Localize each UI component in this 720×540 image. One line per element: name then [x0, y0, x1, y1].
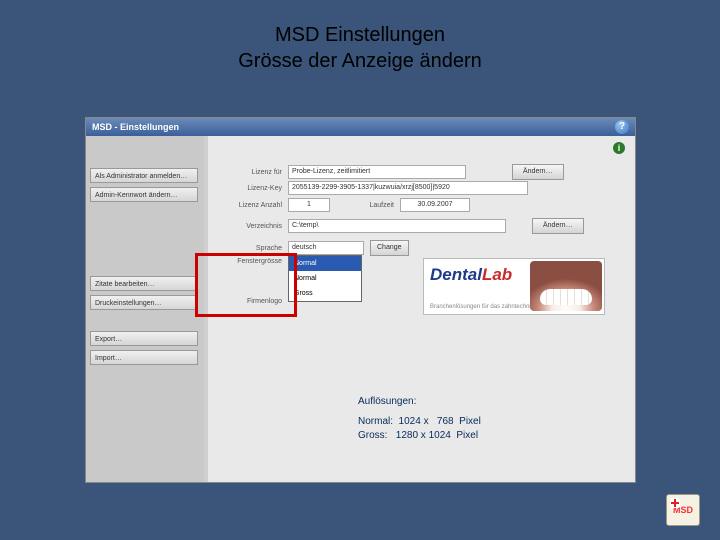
sidebar-btn-edit-quotes[interactable]: Zitate bearbeiten… — [90, 276, 198, 291]
app-window: MSD - Einstellungen ? Als Administrator … — [86, 118, 635, 482]
dropdown-option-normal[interactable]: Normal — [289, 271, 361, 286]
teeth-image — [530, 261, 602, 311]
swiss-cross-icon — [670, 498, 680, 508]
app-body: Als Administrator anmelden… Admin-Kennwo… — [86, 136, 635, 482]
slide-title-line1: MSD Einstellungen — [275, 24, 445, 46]
directory-field[interactable]: C:\temp\ — [288, 219, 506, 233]
window-size-label: Fenstergrösse — [222, 258, 282, 265]
runtime-field: 30.09.2007 — [400, 198, 470, 212]
dropdown-option-selected[interactable]: Normal — [289, 256, 361, 271]
language-change-button[interactable]: Change — [370, 240, 409, 256]
logo-suffix: Lab — [482, 265, 512, 284]
resolution-gross: Gross: 1280 x 1024 Pixel — [358, 430, 478, 441]
language-field[interactable]: deutsch — [288, 241, 364, 255]
directory-change-button[interactable]: Ändern… — [532, 218, 584, 234]
resolutions-header: Auflösungen: — [358, 396, 416, 407]
resolution-normal: Normal: 1024 x 768 Pixel — [358, 416, 481, 427]
app-titlebar: MSD - Einstellungen ? — [86, 118, 635, 136]
sidebar-btn-admin-login[interactable]: Als Administrator anmelden… — [90, 168, 198, 183]
sidebar-btn-print-settings[interactable]: Druckeinstellungen… — [90, 295, 198, 310]
info-icon[interactable]: i — [613, 142, 625, 154]
runtime-label: Laufzeit — [356, 202, 394, 209]
sidebar-btn-admin-password[interactable]: Admin-Kennwort ändern… — [90, 187, 198, 202]
window-size-dropdown[interactable]: Normal Normal Gross — [288, 255, 362, 302]
help-icon[interactable]: ? — [615, 120, 629, 134]
directory-label: Verzeichnis — [222, 223, 282, 230]
license-for-field: Probe-Lizenz, zeitlimitiert — [288, 165, 466, 179]
license-change-button[interactable]: Ändern… — [512, 164, 564, 180]
dropdown-option-gross[interactable]: Gross — [289, 286, 361, 301]
slide-title-line2: Grösse der Anzeige ändern — [238, 50, 482, 72]
logo-prefix: Dental — [430, 265, 482, 284]
license-count-label: Lizenz Anzahl — [222, 202, 282, 209]
slide-title: MSD Einstellungen Grösse der Anzeige änd… — [0, 22, 720, 74]
language-label: Sprache — [252, 245, 282, 252]
msd-corner-logo: MSD — [666, 494, 700, 526]
app-window-title: MSD - Einstellungen — [92, 122, 179, 132]
license-key-field: 2055139-2299-3905-1337|kuzwuia/xrzj[8500… — [288, 181, 528, 195]
sidebar-btn-export[interactable]: Export… — [90, 331, 198, 346]
sidebar-btn-import[interactable]: Import… — [90, 350, 198, 365]
company-logo-preview: DentalLab Branchenlösungen für das zahnt… — [423, 258, 605, 315]
sidebar: Als Administrator anmelden… Admin-Kennwo… — [86, 136, 204, 482]
company-logo-label: Firmenlogo — [222, 298, 282, 305]
content-area: i Lizenz für Probe-Lizenz, zeitlimitiert… — [208, 136, 635, 482]
license-for-label: Lizenz für — [222, 169, 282, 176]
license-count-field: 1 — [288, 198, 330, 212]
logo-text: DentalLab — [430, 265, 512, 285]
license-key-label: Lizenz-Key — [222, 185, 282, 192]
